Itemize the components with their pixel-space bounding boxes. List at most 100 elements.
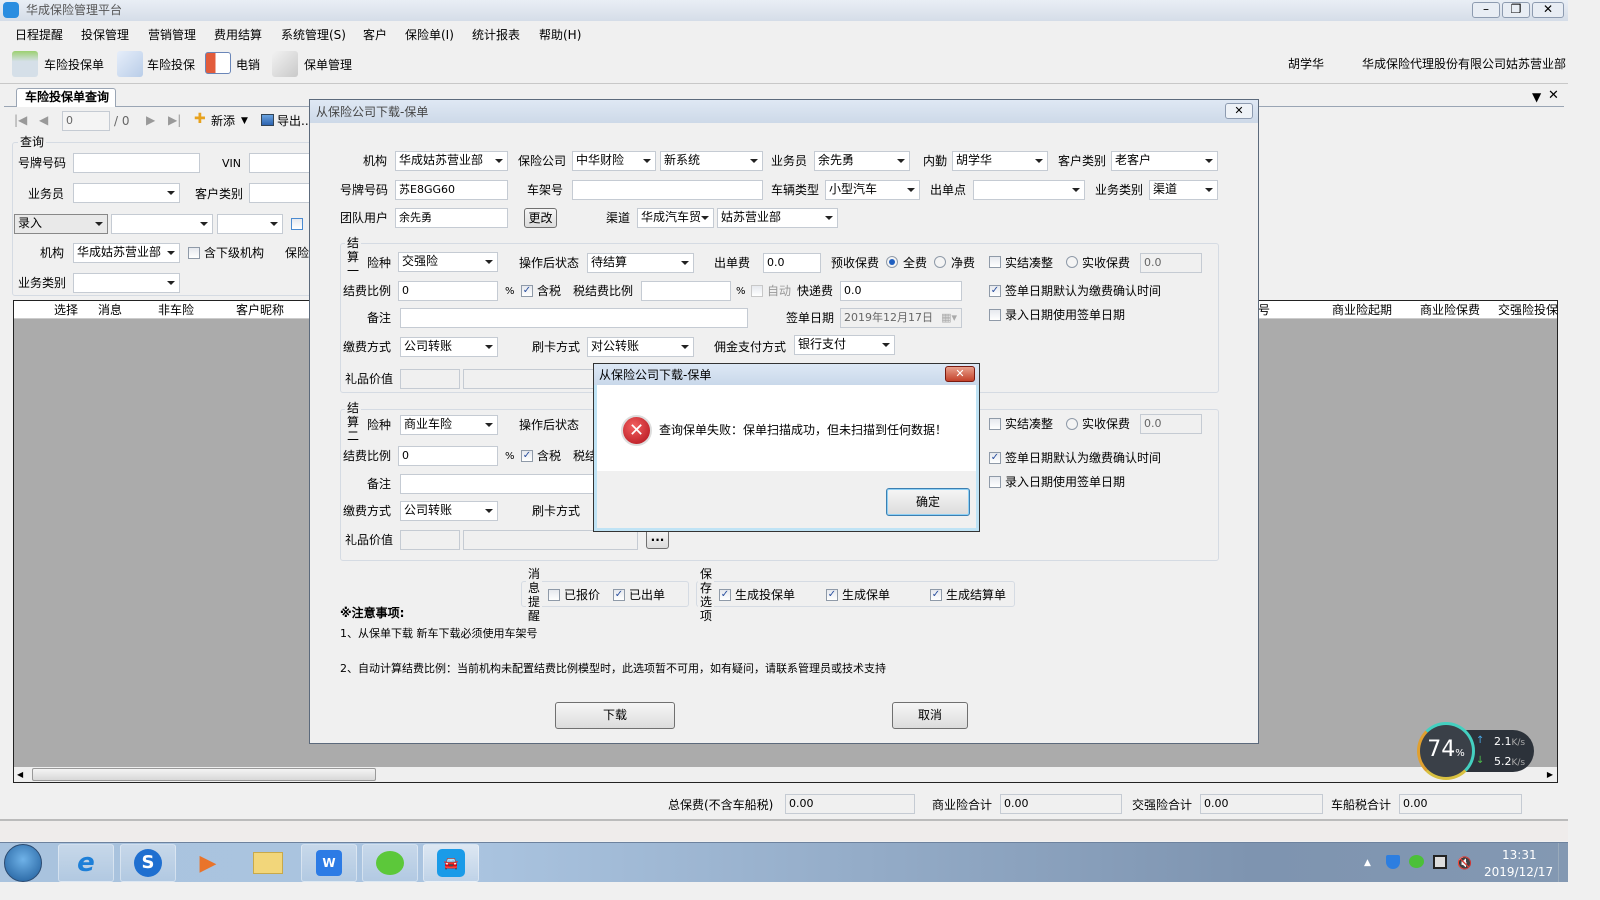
status-combo[interactable]: 录入 xyxy=(14,214,108,234)
prev-page-icon[interactable]: ◀ xyxy=(39,112,48,128)
scrollbar-thumb[interactable] xyxy=(32,768,376,781)
add-button[interactable]: 新添 xyxy=(211,113,235,129)
column-header-non-auto[interactable]: 非车险 xyxy=(158,302,194,318)
last-page-icon[interactable]: ▶| xyxy=(168,112,181,128)
actual-premium-radio[interactable] xyxy=(1066,418,1078,430)
wechat-tray-icon[interactable] xyxy=(1409,855,1424,868)
menu-customer[interactable]: 客户 xyxy=(363,26,387,43)
toolbar-item-car-application-form[interactable]: 车险投保单 xyxy=(10,49,106,79)
show-desktop-button[interactable] xyxy=(1558,843,1568,882)
export-button[interactable]: 导出... xyxy=(277,113,312,129)
gift-value-input[interactable] xyxy=(400,530,460,550)
round-checkbox[interactable] xyxy=(989,256,1001,268)
vehicle-type-combo[interactable]: 小型汽车 xyxy=(825,180,920,200)
tray-expand-icon[interactable]: ▲ xyxy=(1364,855,1371,871)
volume-muted-icon[interactable]: 🔇 xyxy=(1457,855,1472,871)
menu-application[interactable]: 投保管理 xyxy=(81,26,129,43)
insurer-combo[interactable]: 中华财险 xyxy=(572,151,656,171)
plate-input[interactable] xyxy=(73,153,200,173)
actual-premium-radio[interactable] xyxy=(1066,256,1078,268)
salesman-combo[interactable] xyxy=(73,183,180,203)
filter-combo-2[interactable] xyxy=(217,214,283,234)
cancel-button[interactable]: 取消 xyxy=(892,702,968,729)
tax-included-checkbox[interactable] xyxy=(521,285,533,297)
column-header-nickname[interactable]: 客户昵称 xyxy=(236,302,284,318)
network-tray-icon[interactable] xyxy=(1433,855,1447,869)
menu-schedule[interactable]: 日程提醒 xyxy=(15,26,63,43)
filter-combo-1[interactable] xyxy=(111,214,213,234)
toolbar-item-telesales[interactable]: 电销 xyxy=(203,49,265,79)
column-header-number[interactable]: 号 xyxy=(1258,302,1270,318)
issued-checkbox[interactable] xyxy=(613,589,625,601)
generate-policy-checkbox[interactable] xyxy=(826,589,838,601)
column-header-message[interactable]: 消息 xyxy=(98,302,122,318)
actual-premium-input[interactable]: 0.0 xyxy=(1140,253,1202,273)
sign-date-default-checkbox[interactable] xyxy=(989,285,1001,297)
menu-reports[interactable]: 统计报表 xyxy=(472,26,520,43)
message-box-close-button[interactable]: ✕ xyxy=(945,366,975,382)
clock-date[interactable]: 2019/12/17 xyxy=(1484,864,1553,880)
org-combo[interactable]: 华成姑苏营业部 xyxy=(73,243,180,263)
calendar-icon[interactable]: ▦▾ xyxy=(941,309,957,327)
toolbar-item-policy-management[interactable]: 保单管理 xyxy=(270,49,356,79)
issue-fee-input[interactable]: 0.0 xyxy=(763,253,821,273)
filter-checkbox[interactable] xyxy=(291,218,303,230)
remark-input[interactable] xyxy=(400,308,748,328)
column-header-commercial-start[interactable]: 商业险起期 xyxy=(1332,302,1392,318)
post-status-combo[interactable]: 待结算 xyxy=(587,253,694,273)
taskbar-media-player[interactable]: ▶ xyxy=(180,844,236,882)
channel-combo[interactable]: 华成汽车贸 xyxy=(637,208,714,228)
taskbar-explorer[interactable] xyxy=(240,844,296,882)
quoted-checkbox[interactable] xyxy=(548,589,560,601)
taskbar-wechat[interactable] xyxy=(362,844,418,882)
customer-type-combo[interactable]: 老客户 xyxy=(1111,151,1218,171)
security-tray-icon[interactable] xyxy=(1386,855,1400,869)
customer-type-input[interactable] xyxy=(249,183,311,203)
tax-included-checkbox[interactable] xyxy=(521,450,533,462)
toolbar-item-car-application[interactable]: 车险投保 xyxy=(115,49,199,79)
tab-list-dropdown-icon[interactable]: ▼ xyxy=(1532,89,1541,105)
vin-input[interactable] xyxy=(249,153,311,173)
column-header-select[interactable]: 选择 xyxy=(54,302,78,318)
menu-marketing[interactable]: 营销管理 xyxy=(148,26,196,43)
download-button[interactable]: 下载 xyxy=(555,702,675,729)
taskbar-sogou[interactable]: S xyxy=(120,844,176,882)
entry-date-checkbox[interactable] xyxy=(989,476,1001,488)
menu-policy[interactable]: 保险单(I) xyxy=(405,26,454,43)
clock-time[interactable]: 13:31 xyxy=(1502,847,1537,863)
full-fee-radio[interactable] xyxy=(886,256,898,268)
page-input[interactable]: 0 xyxy=(62,111,110,131)
insurance-kind-combo[interactable]: 商业车险 xyxy=(400,415,498,435)
minimize-button[interactable]: – xyxy=(1472,2,1500,18)
biz-type-combo[interactable]: 渠道 xyxy=(1149,180,1218,200)
channel-branch-combo[interactable]: 姑苏营业部 xyxy=(717,208,838,228)
tax-settle-ratio-input[interactable] xyxy=(641,281,731,301)
payment-method-combo[interactable]: 公司转账 xyxy=(400,501,498,521)
generate-application-checkbox[interactable] xyxy=(719,589,731,601)
net-fee-radio[interactable] xyxy=(934,256,946,268)
taskbar-ie[interactable]: e xyxy=(58,844,114,882)
change-button[interactable]: 更改 xyxy=(524,208,557,228)
gift-value-input[interactable] xyxy=(400,369,460,389)
next-page-icon[interactable]: ▶ xyxy=(146,112,155,128)
auto-checkbox[interactable] xyxy=(751,285,763,297)
insurance-kind-combo[interactable]: 交强险 xyxy=(398,252,498,272)
menu-help[interactable]: 帮助(H) xyxy=(539,26,581,43)
tab-car-application-query[interactable]: 车险投保单查询 xyxy=(16,88,116,107)
tab-close-icon[interactable]: ✕ xyxy=(1548,88,1559,104)
generate-settlement-checkbox[interactable] xyxy=(930,589,942,601)
close-button[interactable]: ✕ xyxy=(1532,2,1564,18)
frame-number-input[interactable] xyxy=(572,180,763,200)
ok-button[interactable]: 确定 xyxy=(886,488,970,516)
settle-ratio-input[interactable]: 0 xyxy=(398,446,498,466)
team-user-input[interactable]: 余先勇 xyxy=(395,208,508,228)
gift-name-input[interactable] xyxy=(463,530,638,550)
system-combo[interactable]: 新系统 xyxy=(660,151,763,171)
issue-point-combo[interactable] xyxy=(973,180,1085,200)
menu-system[interactable]: 系统管理(S) xyxy=(281,26,346,43)
plate-input[interactable]: 苏E8GG60 xyxy=(395,180,508,200)
round-checkbox[interactable] xyxy=(989,418,1001,430)
first-page-icon[interactable]: |◀ xyxy=(14,112,27,128)
sign-date-picker[interactable]: 2019年12月17日 ▦▾ xyxy=(840,308,962,328)
menu-settlement[interactable]: 费用结算 xyxy=(214,26,262,43)
